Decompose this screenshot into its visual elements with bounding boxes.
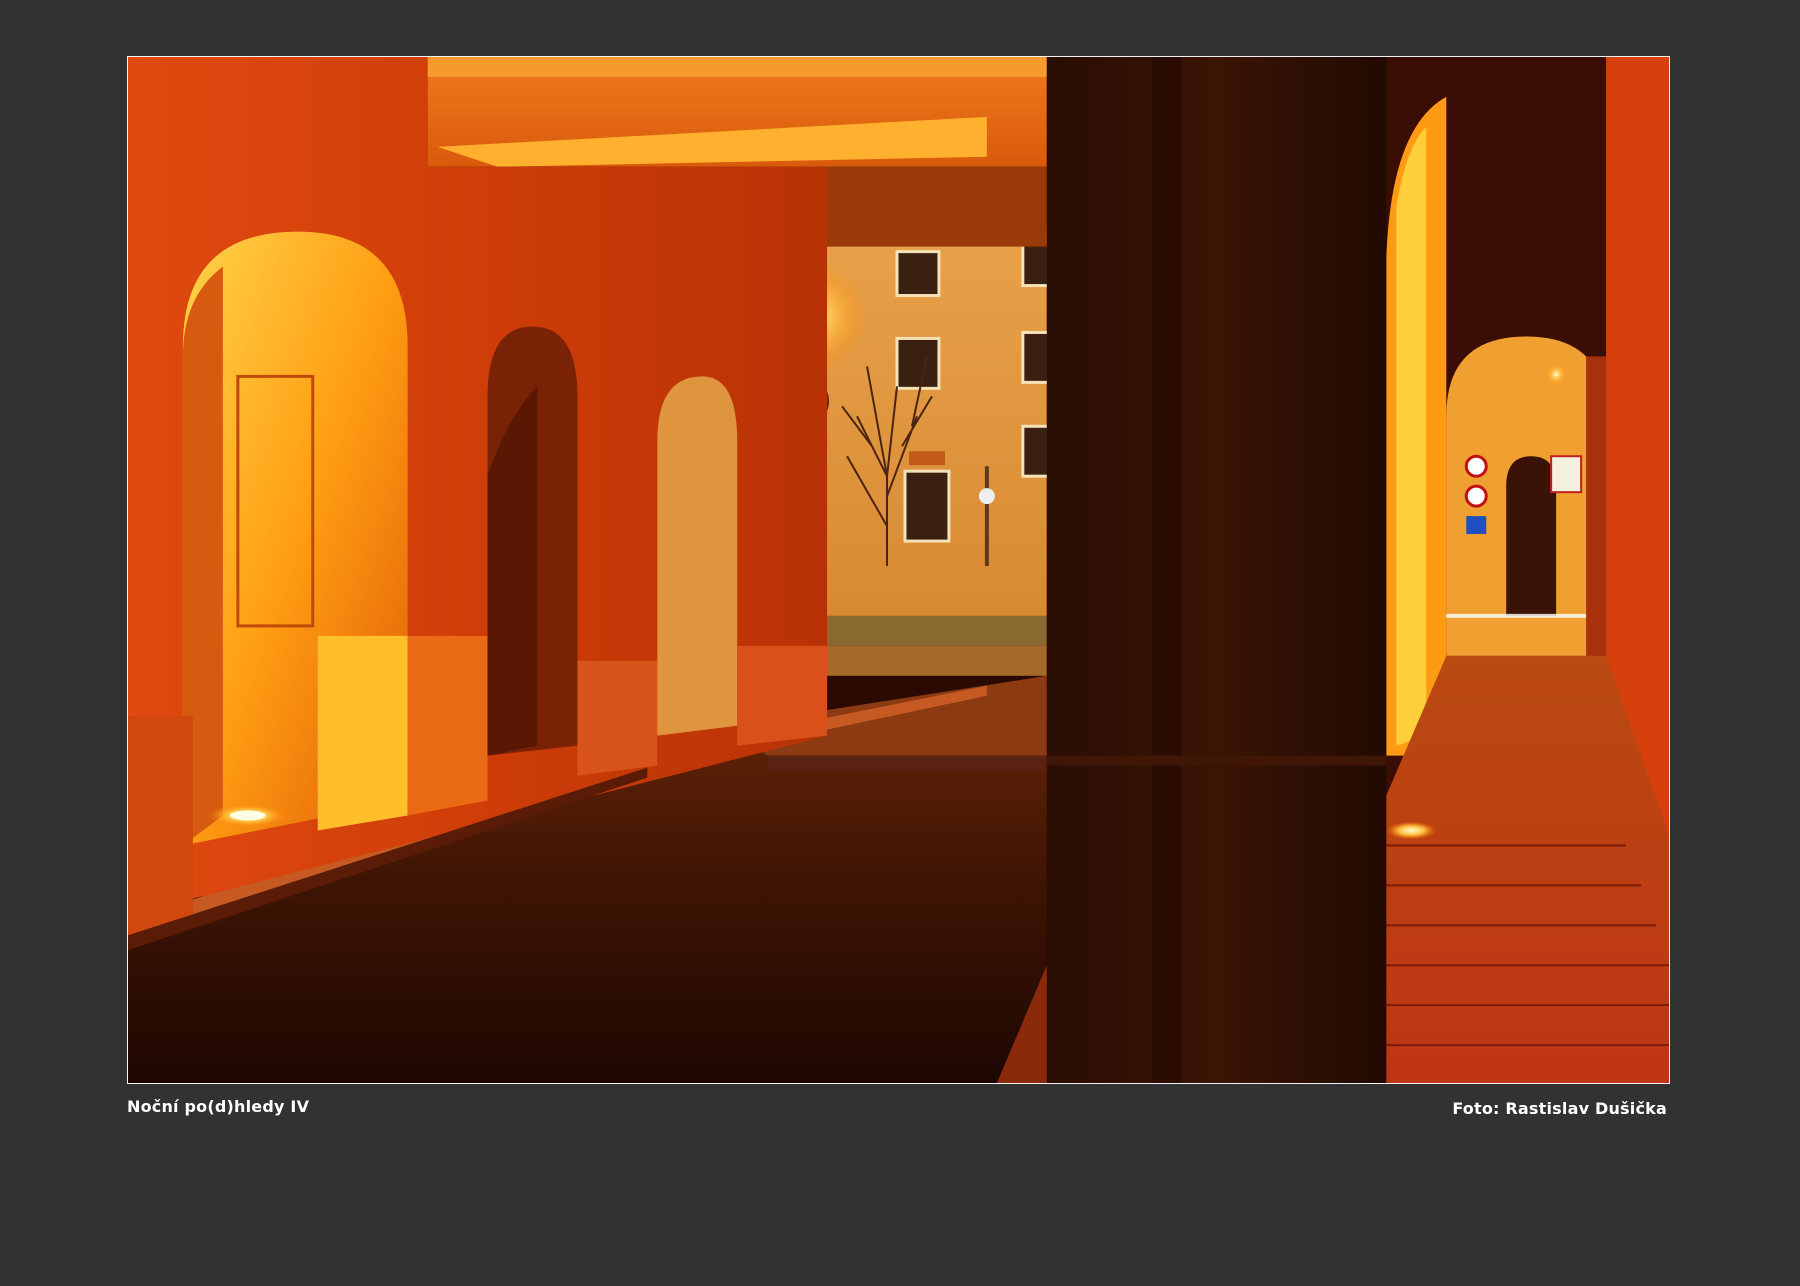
photo-title: Noční po(d)hledy IV: [127, 1097, 310, 1116]
photo-frame: [127, 56, 1670, 1084]
night-arcade-photo: [128, 57, 1669, 1083]
photo-credit: Foto: Rastislav Dušička: [1452, 1099, 1667, 1118]
